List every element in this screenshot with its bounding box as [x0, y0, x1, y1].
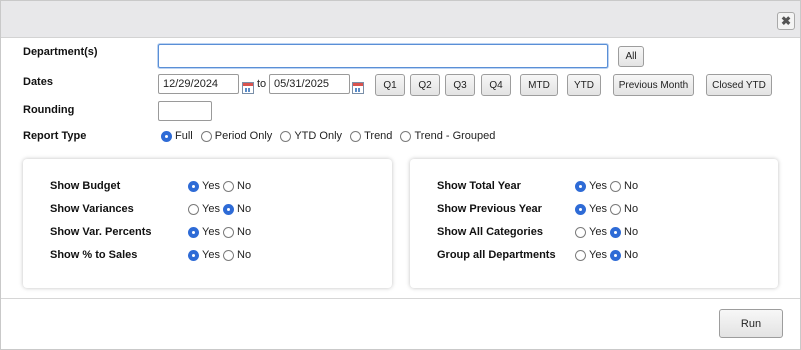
department-label: Department(s) — [23, 46, 98, 58]
rounding-label: Rounding — [23, 104, 75, 116]
run-button[interactable]: Run — [719, 309, 783, 338]
report-type-ytd-only[interactable]: YTD Only — [280, 130, 342, 142]
close-icon[interactable]: ✖ — [777, 12, 795, 30]
yes-radio[interactable] — [188, 249, 199, 261]
option-label: Show Previous Year — [437, 203, 542, 215]
no-radio[interactable] — [610, 249, 622, 261]
option-label: Show All Categories — [437, 226, 543, 238]
report-type-label: Report Type — [23, 130, 87, 142]
radio-icon[interactable] — [161, 130, 172, 142]
yes-radio[interactable] — [575, 203, 586, 215]
option-label: Show Total Year — [437, 180, 521, 192]
footer-divider — [1, 298, 800, 299]
yes-radio[interactable] — [575, 249, 586, 261]
report-dialog: ✖ Department(s) All Dates to Q1 Q2 Q3 Q4… — [0, 0, 801, 350]
yes-radio[interactable] — [188, 180, 199, 192]
report-type-trend[interactable]: Trend — [350, 130, 392, 142]
option-label: Show Variances — [50, 203, 134, 215]
no-radio[interactable] — [223, 226, 235, 238]
no-radio[interactable] — [610, 203, 622, 215]
date-to-separator: to — [257, 78, 267, 90]
radio-icon[interactable] — [350, 130, 362, 142]
display-options-panel-right: Show Total Year Yes No Show Previous Yea… — [410, 159, 778, 288]
calendar-icon[interactable] — [352, 82, 364, 94]
no-radio[interactable] — [223, 203, 235, 215]
no-radio[interactable] — [610, 180, 622, 192]
date-from-input[interactable] — [158, 74, 239, 94]
no-radio[interactable] — [223, 249, 235, 261]
report-type-period-only[interactable]: Period Only — [200, 130, 272, 142]
report-type-trend-grouped[interactable]: Trend - Grouped — [400, 130, 495, 142]
no-radio[interactable] — [223, 180, 235, 192]
option-label: Show Budget — [50, 180, 121, 192]
previous-month-button[interactable]: Previous Month — [613, 74, 694, 96]
dialog-titlebar: ✖ — [1, 1, 800, 38]
ytd-button[interactable]: YTD — [567, 74, 601, 96]
q2-button[interactable]: Q2 — [410, 74, 440, 96]
radio-icon[interactable] — [400, 130, 412, 142]
all-departments-button[interactable]: All — [618, 46, 644, 67]
date-to-input[interactable] — [269, 74, 350, 94]
rounding-input[interactable] — [158, 101, 212, 121]
no-radio[interactable] — [610, 226, 622, 238]
q1-button[interactable]: Q1 — [375, 74, 405, 96]
yes-radio[interactable] — [575, 226, 586, 238]
report-type-full[interactable]: Full — [161, 130, 193, 142]
option-label: Group all Departments — [437, 249, 556, 261]
radio-icon[interactable] — [200, 130, 212, 142]
display-options-panel-left: Show Budget Yes No Show Variances Yes No… — [23, 159, 392, 288]
q3-button[interactable]: Q3 — [445, 74, 475, 96]
dates-label: Dates — [23, 76, 53, 88]
radio-icon[interactable] — [280, 130, 292, 142]
department-input[interactable] — [158, 44, 608, 68]
yes-radio[interactable] — [188, 226, 199, 238]
report-type-group: Full Period Only YTD Only Trend Trend - … — [161, 130, 500, 145]
yes-radio[interactable] — [188, 203, 199, 215]
option-label: Show % to Sales — [50, 249, 138, 261]
option-label: Show Var. Percents — [50, 226, 152, 238]
yes-radio[interactable] — [575, 180, 586, 192]
calendar-icon[interactable] — [242, 82, 254, 94]
mtd-button[interactable]: MTD — [520, 74, 558, 96]
closed-ytd-button[interactable]: Closed YTD — [706, 74, 772, 96]
q4-button[interactable]: Q4 — [481, 74, 511, 96]
